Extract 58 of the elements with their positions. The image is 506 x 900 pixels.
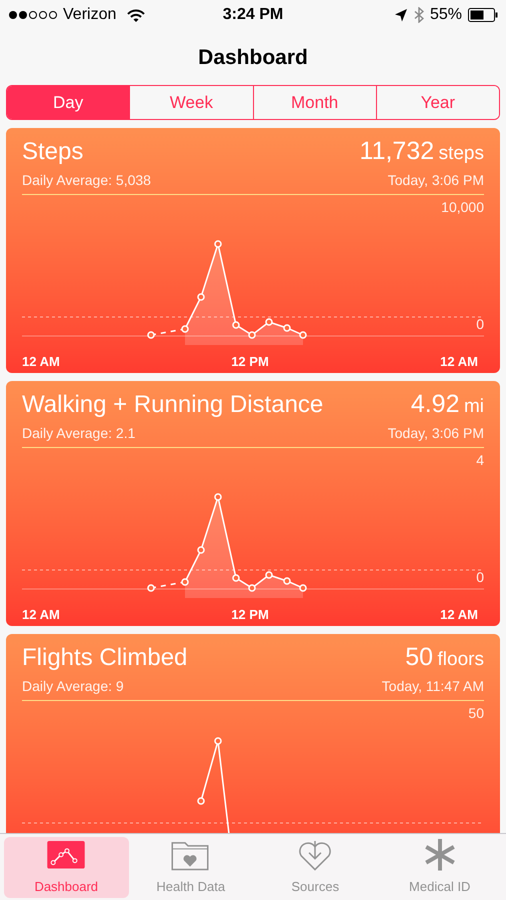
time-axis-label: 12 AM [440,352,478,370]
data-point [197,292,205,300]
metric-value: 50 floors [405,642,484,673]
time-axis-label: 12 AM [440,606,478,624]
bluetooth-icon [414,7,424,23]
data-point [248,330,256,338]
data-point [265,318,273,326]
metric-value: 11,732 steps [360,136,484,167]
tab-bar-item[interactable]: Medical ID [378,837,502,898]
data-point [181,578,189,586]
data-point [283,576,291,584]
screen-title: Dashboard [198,44,308,71]
battery-icon [468,8,498,22]
metric-value: 4.92 mi [410,389,484,420]
data-point [214,240,222,248]
data-point [197,546,205,554]
daily-average: Daily Average: 2.1 [22,424,136,442]
battery-percent: 55% [430,5,462,25]
segment-tab[interactable]: Day [7,86,130,119]
card-title: Steps [22,137,84,167]
axis-max-label: 4 [476,450,484,470]
axis-min-label: 0 [476,568,484,586]
tab-bar-item[interactable]: Sources [253,837,378,898]
time-axis-label: 12 AM [22,352,60,370]
data-point [181,324,189,332]
data-point [283,324,291,332]
card-title: Walking + Running Distance [22,390,324,420]
segment-tab[interactable]: Year [376,86,499,119]
data-point [265,570,273,578]
card-title: Flights Climbed [22,643,188,673]
data-point [232,574,240,582]
axis-min-label: 0 [476,314,484,334]
data-point [232,320,240,328]
data-point [214,492,222,500]
signal-icon [8,10,58,20]
data-point [197,796,205,804]
time-axis-label: 12 PM [231,606,269,624]
carrier-name: Verizon [63,5,116,25]
daily-average: Daily Average: 9 [22,676,124,694]
data-point [214,736,222,744]
status-time: 3:24 PM [222,5,284,25]
data-point [147,584,155,592]
data-point [299,584,307,592]
axis-max-label: 10,000 [441,198,484,216]
update-time: Today, 3:06 PM [388,424,484,442]
data-point [147,330,155,338]
daily-average: Daily Average: 5,038 [22,170,151,188]
time-axis-label: 12 AM [22,606,60,624]
time-axis-label: 12 PM [231,352,269,370]
wifi-icon [127,8,146,22]
data-point [248,584,256,592]
tab-bar-item[interactable]: Health Data [128,837,253,898]
axis-max-label: 50 [468,704,484,722]
location-arrow-icon [394,8,408,22]
data-point [299,330,307,338]
update-time: Today, 3:06 PM [388,170,484,188]
tab-bar-item[interactable]: Dashboard [4,837,128,898]
update-time: Today, 11:47 AM [382,676,484,694]
